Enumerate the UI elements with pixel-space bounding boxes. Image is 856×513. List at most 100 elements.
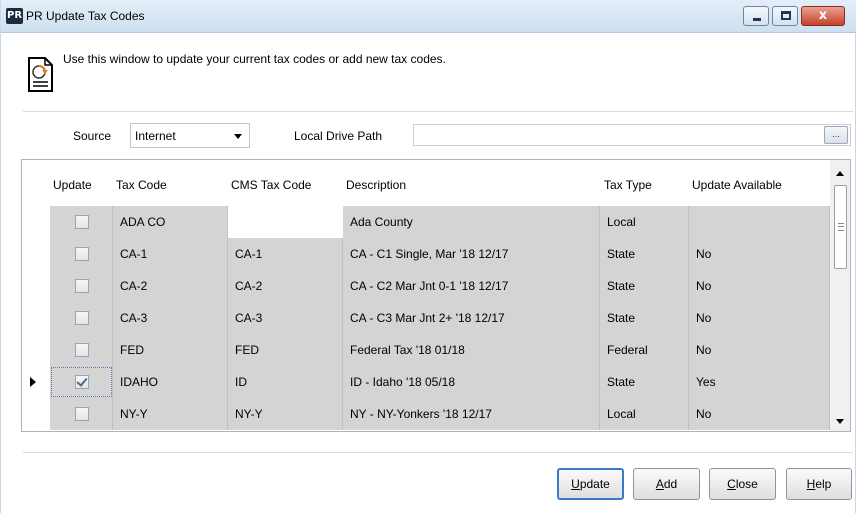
cell-update-available: No [689,398,830,430]
cell-tax-code: CA-3 [113,302,228,334]
update-checkbox[interactable] [75,215,89,229]
row-indicator [22,270,50,302]
current-row-pointer-icon [30,377,36,387]
header-description[interactable]: Description [346,160,406,206]
close-icon: x [818,8,828,23]
help-label: elp [815,477,832,491]
update-checkbox[interactable] [75,407,89,421]
row-indicator [22,302,50,334]
document-update-icon [28,57,53,92]
minimize-icon [753,18,761,21]
source-select[interactable]: Internet [130,123,250,148]
update-tax-codes-window: PR PR Update Tax Codes x Use this window… [0,0,856,513]
cell-tax-type: Local [600,398,689,430]
cell-tax-code: FED [113,334,228,366]
close-window-button[interactable]: x [801,6,845,26]
cell-description: Ada County [343,206,600,238]
local-drive-path-label: Local Drive Path [294,129,383,143]
table-row[interactable]: CA-3 CA-3 CA - C3 Mar Jnt 2+ '18 12/17 Stat… [22,302,830,334]
cell-update-available: No [689,302,830,334]
table-row[interactable]: NY-Y NY-Y NY - NY-Yonkers '18 12/17 Local No [22,398,830,430]
close-label: lose [735,477,758,491]
browse-button[interactable]: ... [824,126,848,144]
cell-description: Federal Tax '18 01/18 [343,334,600,366]
cell-cms-tax-code: NY-Y [228,398,343,430]
cell-update [50,238,113,270]
cell-tax-code: CA-2 [113,270,228,302]
table-row[interactable]: CA-1 CA-1 CA - C1 Single, Mar '18 12/17 Sta… [22,238,830,270]
scroll-down-arrow-icon[interactable] [836,419,844,424]
scroll-thumb[interactable] [834,185,847,269]
grip-icon [838,223,844,231]
cell-cms-tax-code: CA-2 [228,270,343,302]
cell-tax-type: State [600,238,689,270]
table-row[interactable]: CA-2 CA-2 CA - C2 Mar Jnt 0-1 '18 12/17 Sta… [22,270,830,302]
cell-update-available: No [689,334,830,366]
header-tax-type[interactable]: Tax Type [604,160,652,206]
separator-bottom [23,452,853,453]
cell-update-available [689,206,830,238]
cell-tax-type: State [600,270,689,302]
cell-description: ID - Idaho '18 05/18 [343,366,600,398]
source-label: Source [73,129,112,143]
vertical-scrollbar[interactable] [830,160,850,431]
cell-tax-type: State [600,302,689,334]
row-indicator [22,366,50,398]
cell-tax-code: CA-1 [113,238,228,270]
header-cms-tax-code[interactable]: CMS Tax Code [231,160,311,206]
minimize-button[interactable] [743,6,769,26]
table-row[interactable]: FED FED Federal Tax '18 01/18 Federal No [22,334,830,366]
update-checkbox[interactable] [75,311,89,325]
cell-tax-type: Federal [600,334,689,366]
add-button[interactable]: Add [633,468,700,500]
cell-cms-tax-code: CA-1 [228,238,343,270]
update-checkbox[interactable] [75,343,89,357]
row-indicator [22,206,50,238]
tax-codes-grid[interactable]: Update Tax Code CMS Tax Code Description… [21,159,851,432]
app-badge-icon: PR [6,8,23,24]
cell-update [50,206,113,238]
cell-cms-tax-code: CA-3 [228,302,343,334]
row-indicator [22,334,50,366]
help-button[interactable]: Help [786,468,852,500]
chevron-down-icon [234,134,242,139]
cell-description: NY - NY-Yonkers '18 12/17 [343,398,600,430]
maximize-button[interactable] [772,6,798,26]
table-row[interactable]: ADA CO Ada County Local [22,206,830,238]
cell-tax-type: State [600,366,689,398]
cell-description: CA - C1 Single, Mar '18 12/17 [343,238,600,270]
cell-tax-type: Local [600,206,689,238]
cell-update [50,302,113,334]
scroll-up-arrow-icon[interactable] [836,171,844,176]
cell-tax-code: NY-Y [113,398,228,430]
add-label: dd [663,477,678,491]
table-row[interactable]: IDAHO ID ID - Idaho '18 05/18 State Yes [22,366,830,398]
focus-rectangle [51,367,112,397]
update-checkbox[interactable] [75,247,89,261]
row-indicator [22,238,50,270]
update-button[interactable]: Update [557,468,624,500]
source-selected-value: Internet [135,129,176,143]
update-checkbox[interactable] [75,279,89,293]
update-label: pdate [579,477,610,491]
cell-cms-tax-code: FED [228,334,343,366]
local-drive-path-input[interactable] [413,124,851,146]
header-tax-code[interactable]: Tax Code [116,160,167,206]
separator-top [23,111,853,112]
header-update[interactable]: Update [53,160,92,206]
cell-update [50,270,113,302]
close-button[interactable]: Close [709,468,776,500]
cell-description: CA - C3 Mar Jnt 2+ '18 12/17 [343,302,600,334]
title-bar[interactable]: PR PR Update Tax Codes x [1,0,856,33]
add-mnemonic: A [655,477,664,491]
cell-update-available: No [689,270,830,302]
header-update-available[interactable]: Update Available [692,160,782,206]
cell-update [50,366,113,398]
cell-tax-code: IDAHO [113,366,228,398]
update-mnemonic: U [571,477,580,491]
cell-description: CA - C2 Mar Jnt 0-1 '18 12/17 [343,270,600,302]
window-title: PR Update Tax Codes [26,9,145,23]
cell-update [50,334,113,366]
close-mnemonic: C [727,477,736,491]
cell-update [50,398,113,430]
